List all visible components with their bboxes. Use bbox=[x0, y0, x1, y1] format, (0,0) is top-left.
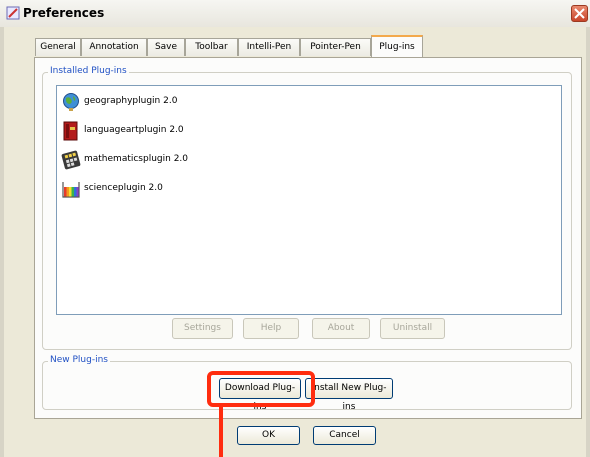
preferences-window: Preferences General Annotation Save Tool… bbox=[0, 0, 590, 457]
close-icon bbox=[574, 8, 585, 19]
plugin-label: languageartplugin 2.0 bbox=[84, 125, 184, 135]
new-plugins-title: New Plug-ins bbox=[48, 355, 110, 365]
app-icon bbox=[6, 6, 20, 20]
cancel-button[interactable]: Cancel bbox=[313, 426, 376, 445]
tab-pointer-pen[interactable]: Pointer-Pen bbox=[300, 38, 371, 56]
settings-button[interactable]: Settings bbox=[172, 318, 233, 339]
window-border-right bbox=[586, 27, 590, 457]
window-title: Preferences bbox=[23, 6, 105, 20]
installed-plugins-title: Installed Plug-ins bbox=[48, 66, 129, 76]
help-button[interactable]: Help bbox=[243, 318, 299, 339]
title-bar[interactable]: Preferences bbox=[0, 0, 590, 28]
about-button[interactable]: About bbox=[312, 318, 370, 339]
tab-general[interactable]: General bbox=[35, 38, 81, 56]
book-icon bbox=[63, 121, 78, 141]
installed-plugins-list[interactable]: geographyplugin 2.0 languageartplugin 2.… bbox=[56, 85, 562, 315]
plugin-label: scienceplugin 2.0 bbox=[84, 183, 163, 193]
plugin-label: geographyplugin 2.0 bbox=[84, 96, 178, 106]
tab-intelli-pen[interactable]: Intelli-Pen bbox=[238, 38, 300, 56]
plugin-item-science[interactable]: scienceplugin 2.0 bbox=[57, 179, 561, 201]
calculator-icon bbox=[61, 150, 81, 170]
tab-plug-ins[interactable]: Plug-ins bbox=[371, 35, 423, 57]
tab-toolbar[interactable]: Toolbar bbox=[185, 38, 238, 56]
globe-icon bbox=[63, 93, 79, 111]
install-new-plugins-button[interactable]: Install New Plug-ins bbox=[305, 378, 393, 412]
tab-annotation[interactable]: Annotation bbox=[81, 38, 147, 56]
uninstall-button[interactable]: Uninstall bbox=[380, 318, 445, 339]
plugin-item-geography[interactable]: geographyplugin 2.0 bbox=[57, 92, 561, 114]
highlight-box bbox=[207, 371, 315, 407]
close-button[interactable] bbox=[571, 5, 588, 22]
highlight-pointer-line bbox=[219, 407, 223, 457]
plugin-item-languageart[interactable]: languageartplugin 2.0 bbox=[57, 121, 561, 143]
tab-save[interactable]: Save bbox=[147, 38, 185, 56]
plugin-label: mathematicsplugin 2.0 bbox=[84, 154, 189, 164]
plugin-item-mathematics[interactable]: mathematicsplugin 2.0 bbox=[57, 150, 561, 172]
beaker-icon bbox=[62, 182, 80, 198]
ok-button[interactable]: OK bbox=[237, 426, 300, 445]
window-border-left bbox=[0, 27, 4, 457]
